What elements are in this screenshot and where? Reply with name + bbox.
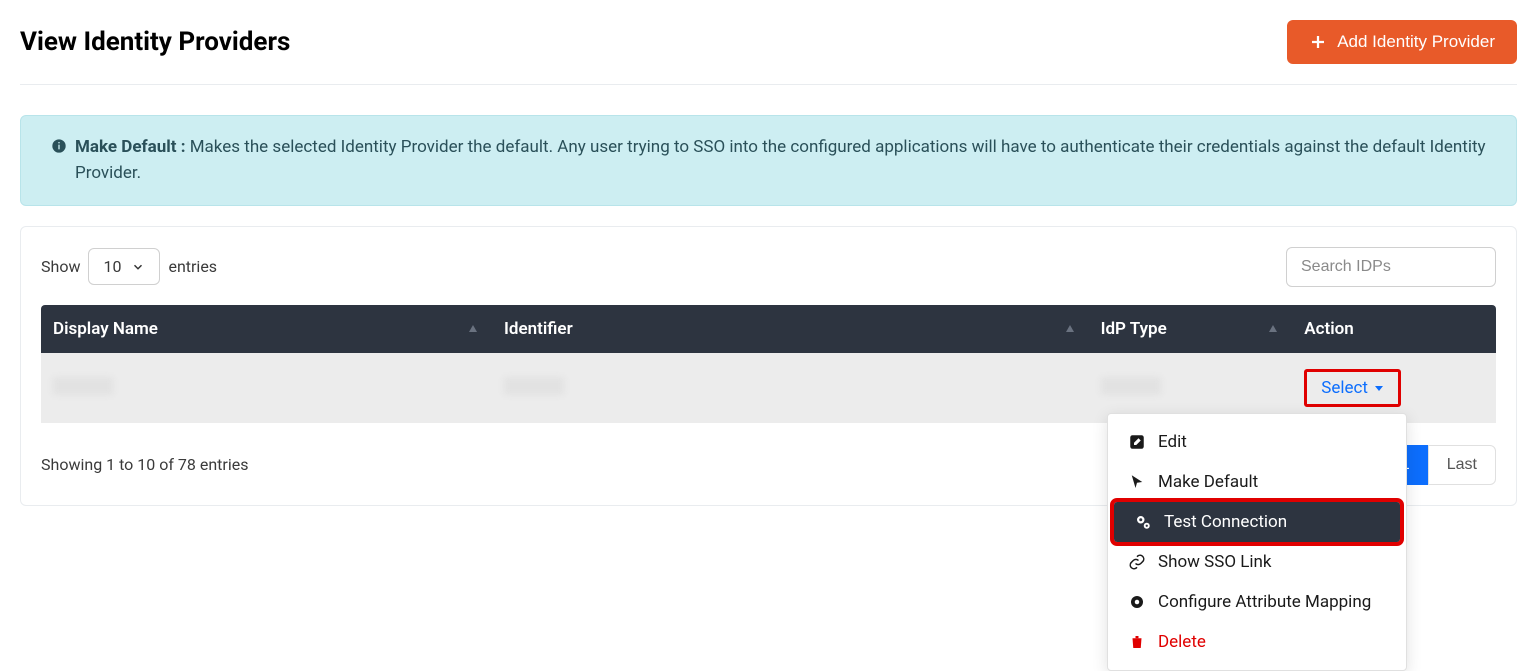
select-highlight: Select [1304,369,1401,407]
col-display-name[interactable]: Display Name [41,305,492,353]
cell-idp-type [1101,377,1161,395]
sort-asc-icon [1065,324,1075,334]
cursor-icon [1128,473,1146,491]
dropdown-show-sso-link[interactable]: Show SSO Link [1108,542,1406,582]
info-icon [51,138,67,154]
sort-asc-icon [468,324,478,334]
show-label: Show [41,257,80,276]
entries-selector[interactable]: 10 [88,248,160,285]
caret-down-icon [1374,383,1384,393]
info-body: Makes the selected Identity Provider the… [75,137,1486,183]
search-input[interactable] [1286,247,1496,287]
col-action: Action [1292,305,1496,353]
page-last[interactable]: Last [1428,445,1496,485]
info-text: Make Default : Makes the selected Identi… [75,134,1486,187]
showing-text: Showing 1 to 10 of 78 entries [41,455,248,474]
idp-table-card: Show 10 entries Display Name Identifier [20,226,1517,506]
action-dropdown: Edit Make Default Test Connection [1107,413,1407,671]
show-entries: Show 10 entries [41,248,217,285]
cell-identifier [504,377,564,395]
table-row: Select Edit [41,353,1496,423]
col-idp-type[interactable]: IdP Type [1089,305,1293,353]
gear-icon [1128,593,1146,611]
sort-asc-icon [1268,324,1278,334]
info-banner: Make Default : Makes the selected Identi… [20,115,1517,206]
col-identifier[interactable]: Identifier [492,305,1089,353]
table-controls: Show 10 entries [41,247,1496,287]
cell-display-name [53,377,113,395]
page-title: View Identity Providers [20,27,290,57]
gears-icon [1134,513,1152,531]
dropdown-test-connection[interactable]: Test Connection [1114,502,1400,542]
add-identity-provider-button[interactable]: Add Identity Provider [1287,20,1517,64]
entries-label: entries [168,257,217,276]
info-strong: Make Default : [75,137,186,157]
dropdown-edit[interactable]: Edit [1108,422,1406,462]
plus-icon [1309,33,1327,51]
idp-table: Display Name Identifier IdP Type Action [41,305,1496,423]
link-icon [1128,553,1146,571]
row-action-select[interactable]: Select [1315,376,1390,400]
chevron-down-icon [131,260,145,274]
dropdown-configure-attribute-mapping[interactable]: Configure Attribute Mapping [1108,582,1406,622]
dropdown-make-default[interactable]: Make Default [1108,462,1406,502]
entries-value: 10 [103,257,121,276]
add-button-label: Add Identity Provider [1337,32,1495,52]
page-header: View Identity Providers Add Identity Pro… [20,20,1517,85]
edit-icon [1128,433,1146,451]
